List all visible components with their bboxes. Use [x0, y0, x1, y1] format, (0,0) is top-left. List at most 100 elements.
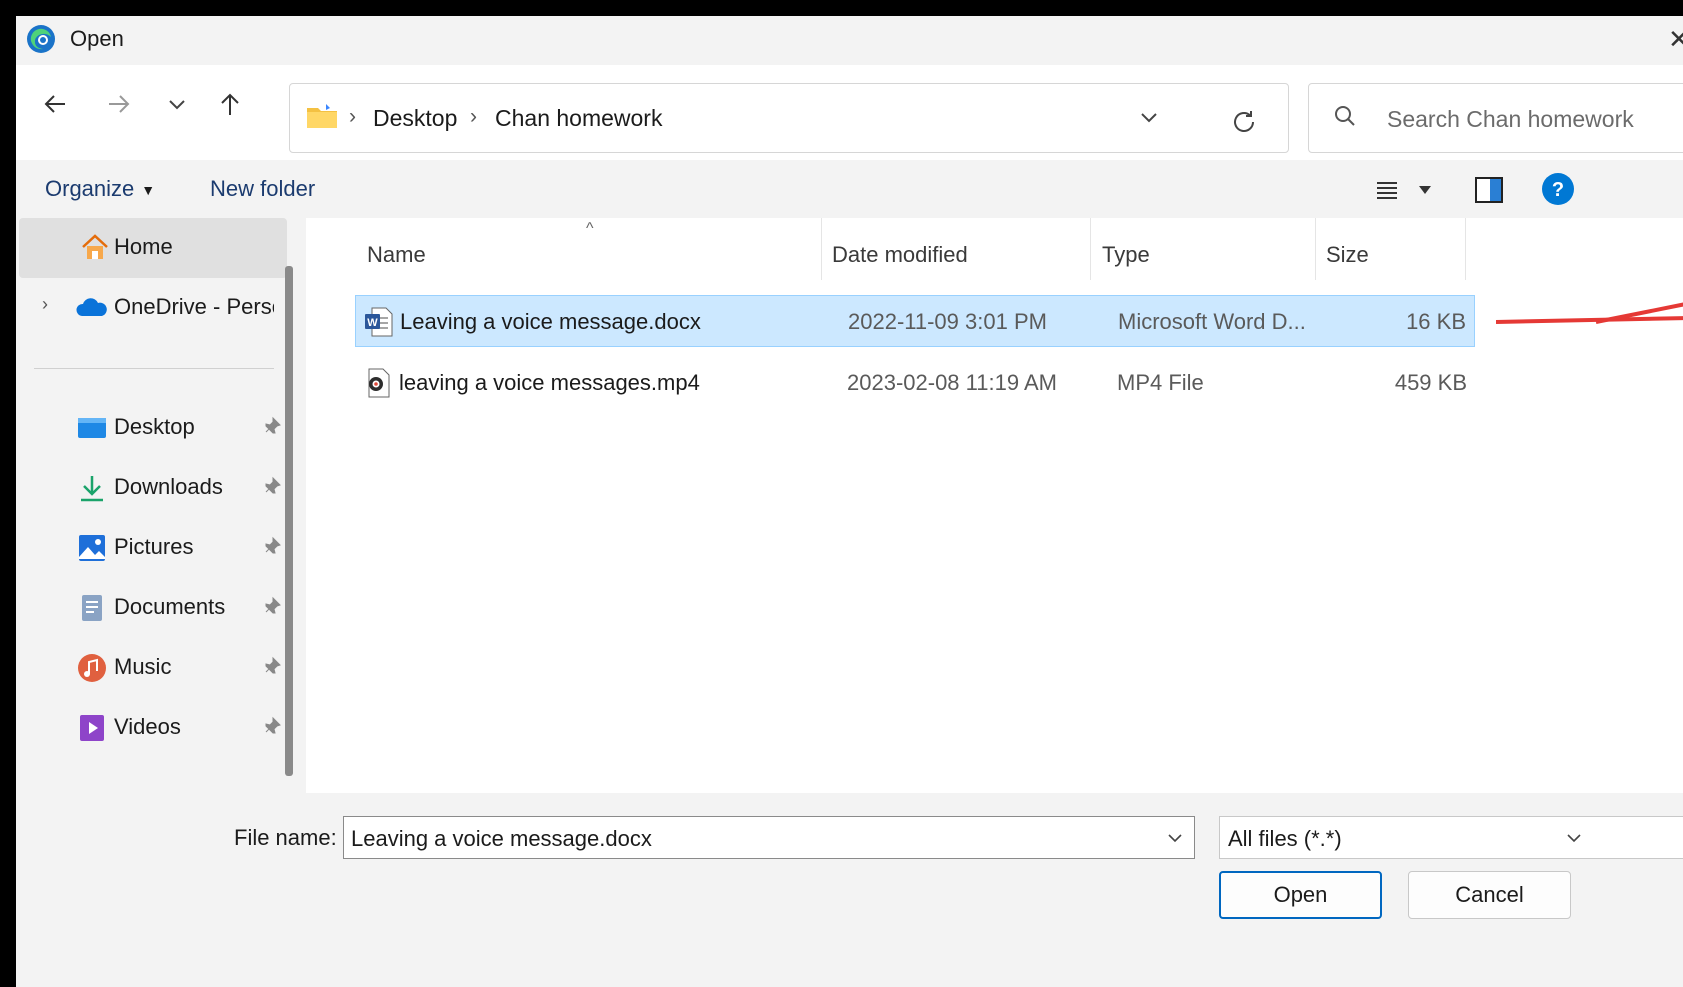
column-header-size[interactable]: Size: [1316, 218, 1465, 280]
address-bar[interactable]: › Desktop › Chan homework: [289, 83, 1289, 153]
pin-icon[interactable]: [262, 716, 282, 736]
organize-label: Organize: [45, 176, 135, 201]
column-header-label: Size: [1326, 242, 1369, 267]
downloads-icon: [81, 476, 103, 502]
sidebar-item-desktop[interactable]: Desktop: [16, 398, 291, 458]
sidebar-item-documents[interactable]: Documents: [16, 578, 291, 638]
sidebar-item-label: Downloads: [114, 474, 223, 499]
search-icon: [1335, 106, 1355, 126]
sidebar-item-label: Home: [114, 234, 173, 259]
file-type: MP4 File: [1117, 370, 1204, 395]
dialog-footer: File name: Leaving a voice message.docx …: [16, 793, 1683, 987]
word-file-icon: W: [365, 307, 393, 337]
sidebar-item-home[interactable]: Home: [19, 218, 287, 278]
column-divider[interactable]: [1465, 218, 1466, 280]
svg-text:?: ?: [1552, 179, 1564, 201]
recent-locations-button[interactable]: [160, 87, 194, 121]
sidebar-item-pictures[interactable]: Pictures: [16, 518, 291, 578]
chevron-down-icon[interactable]: [1138, 106, 1160, 128]
column-header-type[interactable]: Type: [1091, 218, 1315, 280]
sidebar-item-label: Pictures: [114, 534, 194, 559]
caret-down-icon: ▼: [141, 182, 156, 199]
file-name: Leaving a voice message.docx: [400, 309, 701, 334]
sidebar-scrollbar[interactable]: [285, 266, 293, 776]
help-icon[interactable]: ?: [1541, 172, 1575, 206]
svg-text:W: W: [367, 317, 378, 329]
search-box[interactable]: Search Chan homework: [1308, 83, 1683, 153]
open-dialog: Open ✕ › Desktop › Chan homework Search …: [16, 16, 1683, 987]
file-date: 2023-02-08 11:19 AM: [847, 370, 1057, 395]
chevron-down-icon: [1567, 834, 1581, 843]
sidebar-item-label: Music: [114, 654, 172, 679]
edge-browser-icon: [27, 25, 55, 53]
divider: [34, 368, 274, 369]
arrow-right-icon: [109, 95, 130, 113]
column-header-name[interactable]: Name: [306, 218, 821, 280]
pin-icon[interactable]: [262, 476, 282, 496]
pin-icon[interactable]: [262, 536, 282, 556]
file-type: Microsoft Word D...: [1118, 309, 1306, 334]
videos-icon: [80, 715, 104, 741]
close-icon[interactable]: ✕: [1668, 24, 1683, 55]
chevron-down-icon[interactable]: [1166, 829, 1184, 847]
file-name-input[interactable]: Leaving a voice message.docx: [343, 816, 1195, 859]
sidebar-item-videos[interactable]: Videos: [16, 698, 291, 758]
music-icon: [78, 654, 106, 682]
forward-button[interactable]: [102, 87, 136, 121]
organize-button[interactable]: Organize ▼: [45, 176, 155, 202]
column-header-label: Date modified: [832, 242, 968, 267]
breadcrumb-desktop[interactable]: Desktop: [373, 105, 457, 132]
folder-icon: [307, 104, 337, 128]
window-title: Open: [70, 26, 124, 51]
onedrive-cloud-icon: [76, 298, 107, 316]
video-file-icon: [368, 368, 390, 398]
view-options-caret-icon[interactable]: [1418, 184, 1432, 196]
back-button[interactable]: [38, 87, 72, 121]
file-list: ^ Name Date modified Type Size W Leaving…: [306, 218, 1683, 793]
column-header-label: Type: [1102, 242, 1150, 267]
pictures-icon: [79, 535, 105, 561]
desktop-icon: [78, 418, 106, 438]
new-folder-button[interactable]: New folder: [210, 176, 315, 202]
sidebar-item-label: Videos: [114, 714, 181, 739]
file-type-value: All files (*.*): [1228, 826, 1342, 851]
navigation-pane: Home › OneDrive - Personal Desktop Downl…: [16, 218, 291, 818]
file-size: 16 KB: [1406, 309, 1466, 334]
home-icon: [82, 234, 108, 259]
sidebar-item-label: OneDrive - Personal: [114, 294, 274, 319]
refresh-icon[interactable]: [1229, 107, 1259, 137]
column-header-label: Name: [367, 242, 426, 267]
file-type-select[interactable]: All files (*.*): [1219, 816, 1683, 859]
file-date: 2022-11-09 3:01 PM: [848, 309, 1047, 334]
chevron-right-icon[interactable]: ›: [42, 294, 48, 315]
preview-pane-icon[interactable]: [1474, 175, 1504, 205]
sidebar-item-label: Desktop: [114, 414, 195, 439]
arrow-left-icon: [44, 95, 65, 113]
annotation-arrow: [1496, 302, 1683, 324]
search-placeholder: Search Chan homework: [1387, 106, 1634, 132]
open-button[interactable]: Open: [1219, 871, 1382, 919]
documents-icon: [82, 595, 102, 621]
breadcrumb-chan-homework[interactable]: Chan homework: [495, 105, 662, 132]
cancel-button[interactable]: Cancel: [1408, 871, 1571, 919]
up-button[interactable]: [213, 87, 247, 121]
view-list-icon[interactable]: [1375, 178, 1399, 202]
file-name-value: Leaving a voice message.docx: [351, 826, 652, 851]
pin-icon[interactable]: [262, 416, 282, 436]
sidebar-item-onedrive[interactable]: › OneDrive - Personal: [16, 278, 291, 338]
title-bar: Open ✕: [16, 16, 1683, 65]
command-bar: Organize ▼ New folder ?: [16, 160, 1683, 218]
chevron-down-icon: [169, 100, 185, 110]
sidebar-item-music[interactable]: Music: [16, 638, 291, 698]
column-header-date[interactable]: Date modified: [822, 218, 1090, 280]
arrow-up-icon: [221, 93, 239, 115]
table-row[interactable]: leaving a voice messages.mp4 2023-02-08 …: [355, 357, 1475, 409]
sidebar-item-downloads[interactable]: Downloads: [16, 458, 291, 518]
file-name: leaving a voice messages.mp4: [399, 370, 700, 395]
pin-icon[interactable]: [262, 596, 282, 616]
navigation-bar: › Desktop › Chan homework Search Chan ho…: [16, 65, 1683, 160]
pin-icon[interactable]: [262, 656, 282, 676]
file-name-label: File name:: [234, 825, 337, 850]
breadcrumb-separator: ›: [349, 105, 356, 128]
table-row[interactable]: W Leaving a voice message.docx 2022-11-0…: [355, 295, 1475, 347]
